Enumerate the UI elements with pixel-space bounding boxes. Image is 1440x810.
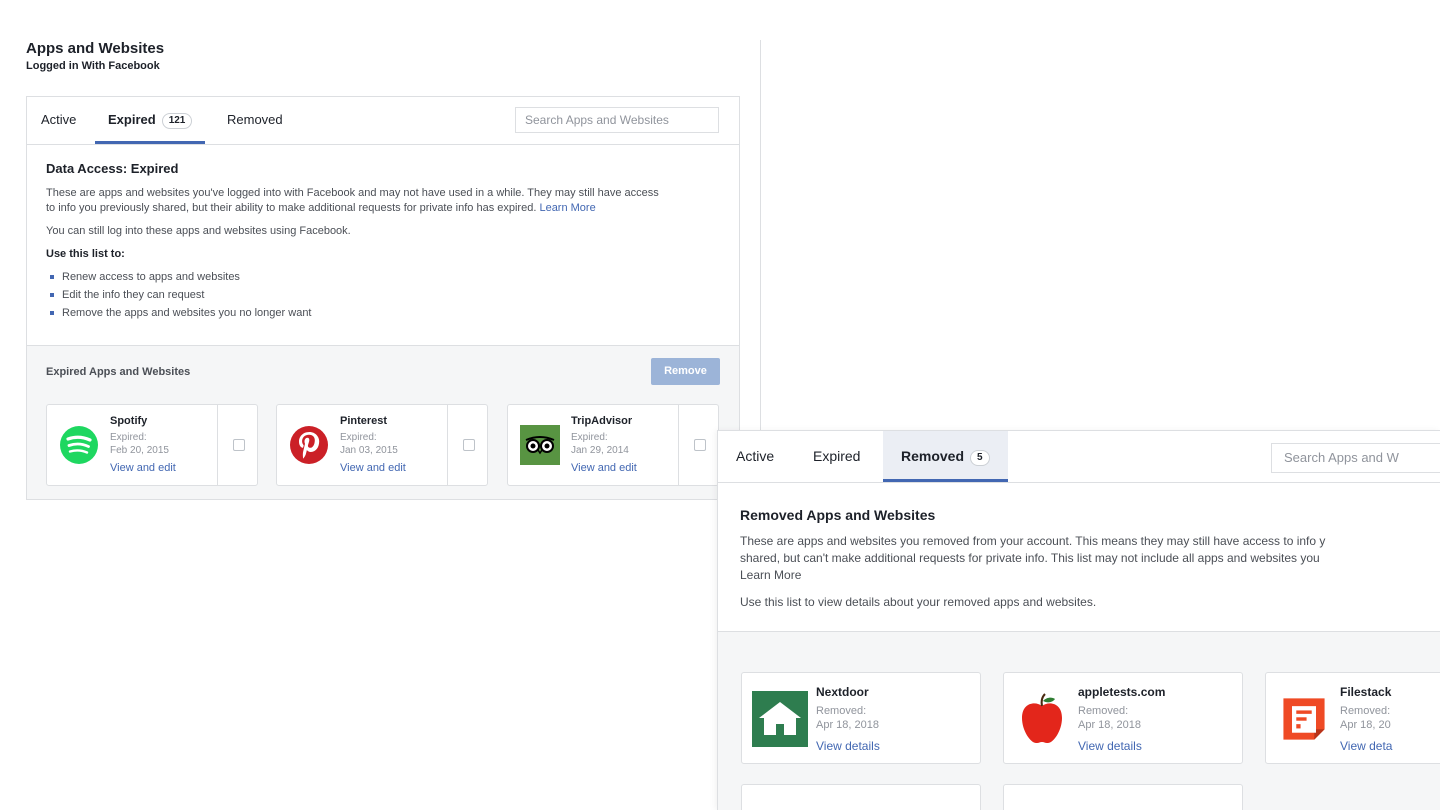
app-date: Feb 20, 2015	[110, 445, 169, 456]
app-date: Apr 18, 20	[1340, 719, 1391, 731]
app-name: Filestack	[1340, 685, 1392, 699]
app-date: Apr 18, 2018	[816, 719, 879, 731]
description: Data Access: Expired These are apps and …	[27, 145, 739, 322]
select-checkbox[interactable]	[233, 439, 245, 451]
tripadvisor-logo-icon	[520, 425, 560, 465]
learn-more-link[interactable]: Learn More	[740, 567, 1418, 584]
expired-apps-panel: Active Expired 121 Removed Search Apps an…	[26, 96, 740, 500]
app-name: Pinterest	[340, 415, 388, 427]
tab-label: Removed	[901, 448, 965, 464]
tab-label: Expired	[813, 448, 861, 464]
view-details-link[interactable]: View details	[1078, 739, 1142, 753]
app-card-tripadvisor[interactable]: TripAdvisor Expired: Jan 29, 2014 View a…	[507, 404, 719, 486]
app-date: Jan 29, 2014	[571, 445, 629, 456]
removed-apps-panel: Active Expired Removed 5 Search Apps and …	[717, 430, 1440, 810]
spotify-logo-icon	[60, 426, 98, 464]
tab-removed[interactable]: Removed 5	[883, 431, 1008, 482]
app-status: Removed:	[1078, 705, 1129, 717]
app-card-pinterest[interactable]: Pinterest Expired: Jan 03, 2015 View and…	[276, 404, 488, 486]
app-card[interactable]	[1003, 784, 1243, 810]
app-status: Removed:	[816, 705, 867, 717]
list-title: Expired Apps and Websites	[46, 366, 191, 378]
page-title: Apps and Websites	[26, 40, 165, 57]
expired-apps-section: Expired Apps and Websites Remove Spotify…	[27, 345, 739, 499]
removed-apps-section: Nextdoor Removed: Apr 18, 2018 View deta…	[718, 631, 1440, 810]
app-date: Jan 03, 2015	[340, 445, 398, 456]
app-status: Removed:	[1340, 705, 1391, 717]
select-checkbox[interactable]	[463, 439, 475, 451]
app-status: Expired:	[571, 432, 608, 443]
tab-expired[interactable]: Expired	[813, 431, 860, 482]
search-input[interactable]: Search Apps and Websites	[515, 107, 719, 133]
view-details-link[interactable]: View deta	[1340, 739, 1392, 753]
tab-label: Expired	[108, 112, 156, 127]
app-card[interactable]	[741, 784, 981, 810]
card-divider	[678, 405, 679, 485]
page-subtitle: Logged in With Facebook	[26, 60, 160, 72]
bullet-list: Renew access to apps and websites Edit t…	[46, 268, 720, 322]
tab-label: Removed	[227, 112, 283, 127]
tab-expired[interactable]: Expired 121	[95, 97, 206, 144]
app-status: Expired:	[110, 432, 147, 443]
app-card-spotify[interactable]: Spotify Expired: Feb 20, 2015 View and e…	[46, 404, 258, 486]
tab-active[interactable]: Active	[736, 431, 774, 482]
card-divider	[217, 405, 218, 485]
card-divider	[447, 405, 448, 485]
tab-removed[interactable]: Removed	[227, 97, 283, 144]
count-badge: 121	[161, 113, 193, 129]
view-and-edit-link[interactable]: View and edit	[340, 462, 406, 474]
section-title: Data Access: Expired	[46, 161, 179, 176]
nextdoor-logo-icon	[752, 691, 808, 747]
tab-bar: Active Expired Removed 5 Search Apps and …	[718, 431, 1440, 483]
app-name: TripAdvisor	[571, 415, 633, 427]
app-card-appletests[interactable]: appletests.com Removed: Apr 18, 2018 Vie…	[1003, 672, 1243, 764]
tab-active[interactable]: Active	[41, 97, 76, 144]
list-item: Remove the apps and websites you no long…	[46, 304, 720, 322]
app-status: Expired:	[340, 432, 377, 443]
description: Removed Apps and Websites These are apps…	[718, 483, 1440, 611]
app-name: Spotify	[110, 415, 148, 427]
count-badge: 5	[970, 450, 990, 466]
login-note: You can still log into these apps and we…	[46, 225, 351, 237]
app-date: Apr 18, 2018	[1078, 719, 1141, 731]
description-line: shared, but can't make additional reques…	[740, 551, 1320, 565]
section-title: Removed Apps and Websites	[740, 507, 936, 523]
paragraph-line: These are apps and websites you've logge…	[46, 187, 659, 199]
filestack-logo-icon	[1283, 698, 1325, 740]
paragraph-line: to info you previously shared, but their…	[46, 202, 537, 214]
remove-button[interactable]: Remove	[651, 358, 720, 385]
view-and-edit-link[interactable]: View and edit	[571, 462, 637, 474]
tab-label: Active	[41, 112, 77, 127]
description-paragraph: These are apps and websites you've logge…	[46, 186, 720, 216]
learn-more-link[interactable]: Learn More	[539, 202, 595, 214]
view-details-link[interactable]: View details	[816, 739, 880, 753]
apple-logo-icon	[1022, 693, 1062, 744]
app-name: Nextdoor	[816, 685, 869, 699]
tab-label: Active	[736, 448, 775, 464]
list-item: Edit the info they can request	[46, 286, 720, 304]
app-card-filestack[interactable]: Filestack Removed: Apr 18, 20 View deta	[1265, 672, 1440, 764]
app-card-nextdoor[interactable]: Nextdoor Removed: Apr 18, 2018 View deta…	[741, 672, 981, 764]
view-and-edit-link[interactable]: View and edit	[110, 462, 176, 474]
select-checkbox[interactable]	[694, 439, 706, 451]
description-line: Use this list to view details about your…	[740, 595, 1097, 609]
app-name: appletests.com	[1078, 685, 1166, 699]
search-input[interactable]: Search Apps and W	[1271, 443, 1440, 473]
page-header: Apps and Websites Logged in With Faceboo…	[26, 40, 164, 72]
description-line: These are apps and websites you removed …	[740, 534, 1326, 548]
tab-bar: Active Expired 121 Removed Search Apps an…	[27, 97, 739, 145]
pinterest-logo-icon	[290, 426, 328, 464]
use-list-label: Use this list to:	[46, 248, 125, 260]
list-item: Renew access to apps and websites	[46, 268, 720, 286]
